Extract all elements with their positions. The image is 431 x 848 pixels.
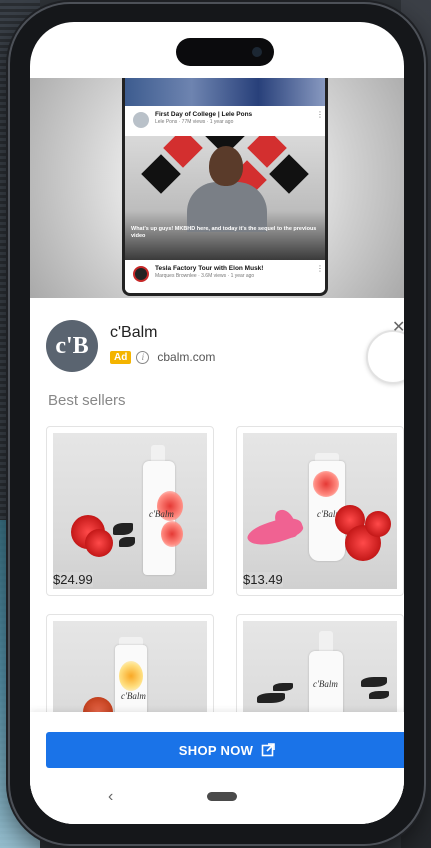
bottle-brand-mark: c'Balm xyxy=(149,509,174,519)
leaf-decor xyxy=(273,683,293,691)
loading-spinner-icon xyxy=(366,330,404,384)
channel-avatar xyxy=(133,112,149,128)
video-caption: What's up guys! MKBHD here, and today it… xyxy=(131,226,317,239)
label-art xyxy=(313,471,339,497)
leaf-decor xyxy=(113,523,133,535)
shop-now-button[interactable]: SHOP NOW xyxy=(46,732,404,768)
video-title: First Day of College | Lele Pons xyxy=(155,111,253,118)
product-image: c'Balm xyxy=(53,433,207,589)
cta-bar: SHOP NOW ‹ xyxy=(30,712,404,824)
product-price: $24.99 xyxy=(53,572,93,587)
inner-phone-mockup: First Day of College | Lele Pons Lele Po… xyxy=(122,78,328,296)
more-vert-icon[interactable]: ⋮ xyxy=(315,260,325,273)
product-card[interactable]: c'Balm $13.49 xyxy=(236,426,404,596)
decor-diamond xyxy=(269,154,309,194)
product-card[interactable]: c'Balm $24.99 xyxy=(46,426,214,596)
video-player[interactable]: What's up guys! MKBHD here, and today it… xyxy=(125,136,325,260)
advertiser-domain[interactable]: cbalm.com xyxy=(157,350,215,364)
video-list-item[interactable]: First Day of College | Lele Pons Lele Po… xyxy=(125,106,325,136)
video-meta: Marques Brownlee · 3.6M views · 1 year a… xyxy=(155,273,255,279)
section-title: Best sellers xyxy=(48,392,126,409)
more-vert-icon[interactable]: ⋮ xyxy=(315,106,325,119)
video-thumbnail-strip xyxy=(125,78,325,106)
video-meta: Lele Pons · 77M views · 1 year ago xyxy=(155,119,234,125)
ad-badge: Ad xyxy=(110,350,132,364)
product-image: c'Balm xyxy=(243,433,397,589)
video-preview: First Day of College | Lele Pons Lele Po… xyxy=(30,78,404,298)
leaf-decor xyxy=(119,537,135,547)
back-icon[interactable]: ‹ xyxy=(108,788,113,806)
external-link-icon xyxy=(261,743,275,757)
bottle-cap xyxy=(319,631,333,653)
video-list-item[interactable]: Tesla Factory Tour with Elon Musk! Marqu… xyxy=(125,260,325,290)
leaf-decor xyxy=(361,677,387,687)
presenter-head xyxy=(209,146,243,186)
dynamic-island xyxy=(176,38,274,66)
presenter-body xyxy=(187,182,267,232)
info-icon[interactable]: i xyxy=(136,350,150,364)
home-pill[interactable] xyxy=(207,792,237,801)
label-art xyxy=(161,521,183,547)
product-price: $13.49 xyxy=(243,572,283,587)
phone-screen: First Day of College | Lele Pons Lele Po… xyxy=(30,22,404,824)
channel-avatar xyxy=(133,266,149,282)
ad-info-row: Ad i cbalm.com xyxy=(110,348,215,366)
tube-brand-mark: c'Balm xyxy=(121,691,146,701)
leaf-decor xyxy=(257,693,285,703)
brand-logo[interactable]: c'B xyxy=(46,320,98,372)
rose-decor xyxy=(365,511,391,537)
label-art xyxy=(119,661,143,691)
leaf-decor xyxy=(369,691,389,699)
shop-now-label: SHOP NOW xyxy=(178,742,254,758)
camera-lens-icon xyxy=(252,47,262,57)
rose-decor xyxy=(85,529,113,557)
close-icon[interactable]: ✕ xyxy=(392,320,404,336)
bottle-brand-mark: c'Balm xyxy=(313,679,338,689)
brand-name[interactable]: c'Balm xyxy=(110,324,158,342)
phone-frame: First Day of College | Lele Pons Lele Po… xyxy=(10,4,424,844)
video-title: Tesla Factory Tour with Elon Musk! xyxy=(155,265,264,272)
